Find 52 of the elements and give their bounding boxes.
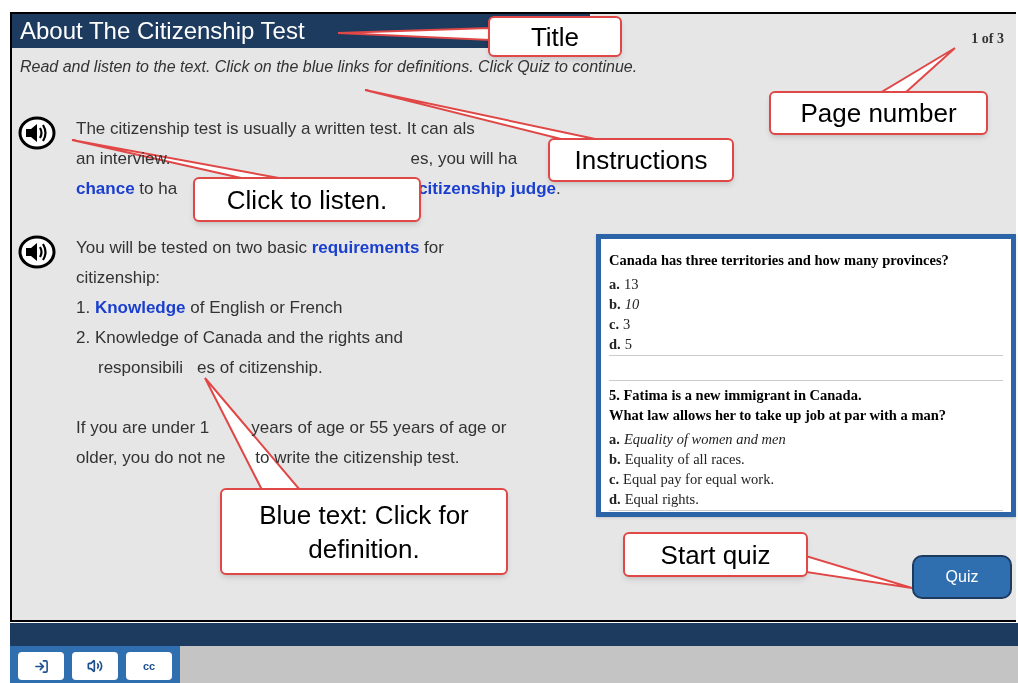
paragraph-text: years of age or 55 years of age or bbox=[251, 418, 507, 437]
audio-button[interactable] bbox=[72, 652, 118, 680]
definition-link[interactable]: citizenship judge bbox=[418, 179, 557, 198]
option-text: 10 bbox=[624, 295, 640, 314]
definition-link[interactable]: requirements bbox=[311, 238, 420, 257]
page-number: 1 of 3 bbox=[971, 30, 1005, 48]
paragraph-text: es, you will ha bbox=[410, 149, 518, 168]
quiz-button[interactable]: Quiz bbox=[912, 555, 1012, 599]
option-text: Equal rights. bbox=[624, 490, 699, 509]
callout: Click to listen. bbox=[193, 177, 421, 222]
paragraph-text: The citizenship test is usually a written test. It can als bbox=[76, 119, 475, 138]
option-letter: b. bbox=[609, 295, 621, 314]
paragraph-text: You will be tested on two basic bbox=[76, 238, 308, 257]
paragraph-text: an interview. bbox=[76, 149, 171, 168]
option-letter: a. bbox=[609, 430, 620, 449]
option-letter: b. bbox=[609, 450, 621, 469]
instructions-text: Read and listen to the text. Click on the blue links for definitions. Click Quiz to continue. bbox=[20, 57, 638, 77]
option-letter: a. bbox=[609, 275, 620, 294]
option-letter: d. bbox=[609, 335, 621, 354]
paragraph-text: to write the citizenship test. bbox=[255, 448, 460, 467]
paragraph-text: es of citizenship. bbox=[197, 358, 323, 377]
paragraph-text: 1. bbox=[76, 298, 92, 317]
option-letter: d. bbox=[609, 490, 621, 509]
option-letter: c. bbox=[609, 470, 620, 489]
speaker-icon bbox=[87, 658, 103, 674]
question-text: 5. Fatima is a new immigrant in Canada. What law allows her to take up job at par with a man? bbox=[609, 386, 948, 425]
paragraph-text: citizenship: bbox=[76, 268, 161, 287]
exit-button[interactable] bbox=[18, 652, 64, 680]
callout: Title bbox=[488, 16, 622, 57]
option-text: Equality of women and men bbox=[623, 430, 786, 449]
paragraph-text: 2. Knowledge of Canada and the rights and bbox=[76, 328, 404, 347]
option-text: 5 bbox=[624, 335, 632, 354]
callout: Instructions bbox=[548, 138, 734, 182]
speaker-icon[interactable] bbox=[18, 116, 56, 150]
option-text: 3 bbox=[623, 315, 631, 334]
paragraph-text: older, you do not ne bbox=[76, 448, 226, 467]
paragraph-text: for bbox=[423, 238, 444, 257]
question-text: Canada has three territories and how many provinces? bbox=[609, 251, 950, 270]
option-text: 13 bbox=[623, 275, 639, 294]
paragraph-text: responsibili bbox=[98, 358, 184, 377]
option-text: Equal pay for equal work. bbox=[623, 470, 775, 489]
paragraph-text: to ha bbox=[138, 179, 178, 198]
definition-link[interactable]: Knowledge bbox=[94, 298, 186, 317]
paragraph-text: of English or French bbox=[189, 298, 343, 317]
option-text: Equality of all races. bbox=[624, 450, 745, 469]
speaker-icon[interactable] bbox=[18, 235, 56, 269]
definition-link[interactable]: chance bbox=[76, 179, 135, 198]
exit-icon bbox=[33, 658, 49, 674]
paragraph-text: If you are under 1 bbox=[76, 418, 210, 437]
captions-button[interactable]: cc bbox=[126, 652, 172, 680]
paragraph-text: . bbox=[556, 179, 561, 198]
option-letter: c. bbox=[609, 315, 620, 334]
